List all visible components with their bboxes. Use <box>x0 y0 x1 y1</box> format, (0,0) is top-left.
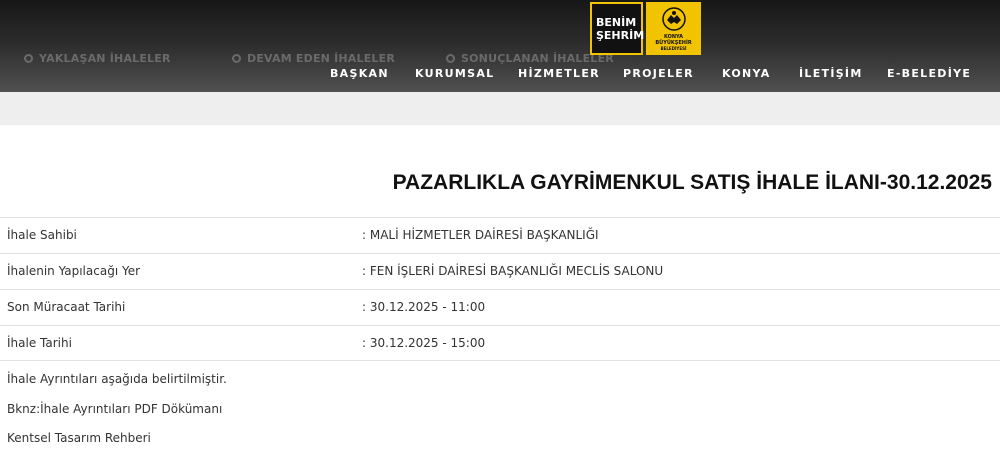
header-spacer <box>0 92 1000 125</box>
main-nav: BAŞKAN KURUMSAL HİZMETLER PROJELER KONYA… <box>0 67 1000 81</box>
detail-value: : 30.12.2025 - 15:00 <box>362 336 486 350</box>
detail-value: : 30.12.2025 - 11:00 <box>362 300 486 314</box>
nav-hizmetler[interactable]: HİZMETLER <box>518 67 600 80</box>
check-circle-icon <box>24 54 33 63</box>
site-header: YAKLAŞAN İHALELER DEVAM EDEN İHALELER SO… <box>0 0 1000 92</box>
nav-konya[interactable]: KONYA <box>722 67 771 80</box>
tab-ongoing-tenders[interactable]: DEVAM EDEN İHALELER <box>232 52 395 65</box>
table-row: İhalenin Yapılacağı Yer : FEN İŞLERİ DAİ… <box>0 253 1000 289</box>
nav-baskan[interactable]: BAŞKAN <box>330 67 389 80</box>
nav-iletisim[interactable]: İLETİŞİM <box>799 67 863 80</box>
detail-label: Son Müracaat Tarihi <box>7 300 126 314</box>
benim-sehrim-logo[interactable]: BENİM ŞEHRİM <box>590 2 644 55</box>
table-row: Son Müracaat Tarihi : 30.12.2025 - 11:00 <box>0 289 1000 325</box>
tender-notes: İhale Ayrıntıları aşağıda belirtilmiştir… <box>7 372 227 461</box>
detail-value: : MALİ HİZMETLER DAİRESİ BAŞKANLIĞI <box>362 228 599 242</box>
municipality-seal-icon <box>661 7 686 31</box>
page-title: PAZARLIKLA GAYRİMENKUL SATIŞ İHALE İLANI… <box>392 171 992 194</box>
tab-concluded-tenders[interactable]: SONUÇLANAN İHALELER <box>446 52 614 65</box>
nav-kurumsal[interactable]: KURUMSAL <box>415 67 494 80</box>
urban-design-guide-link[interactable]: Kentsel Tasarım Rehberi <box>7 431 227 461</box>
detail-label: İhalenin Yapılacağı Yer <box>7 264 141 278</box>
tab-upcoming-tenders[interactable]: YAKLAŞAN İHALELER <box>24 52 171 65</box>
konya-municipality-logo[interactable]: KONYA BÜYÜKŞEHİR BELEDİYESİ <box>646 2 701 55</box>
tender-details-table: İhale Sahibi : MALİ HİZMETLER DAİRESİ BA… <box>0 217 1000 361</box>
table-row: İhale Sahibi : MALİ HİZMETLER DAİRESİ BA… <box>0 217 1000 253</box>
detail-label: İhale Sahibi <box>7 228 77 242</box>
detail-value: : FEN İŞLERİ DAİRESİ BAŞKANLIĞI MECLİS S… <box>362 264 664 278</box>
check-circle-icon <box>446 54 455 63</box>
table-row: İhale Tarihi : 30.12.2025 - 15:00 <box>0 325 1000 361</box>
note-text: İhale Ayrıntıları aşağıda belirtilmiştir… <box>7 372 227 386</box>
pdf-document-link[interactable]: Bknz:İhale Ayrıntıları PDF Dökümanı <box>7 402 227 432</box>
nav-e-belediye[interactable]: E-BELEDİYE <box>887 67 971 80</box>
nav-projeler[interactable]: PROJELER <box>623 67 694 80</box>
check-circle-icon <box>232 54 241 63</box>
detail-label: İhale Tarihi <box>7 336 72 350</box>
